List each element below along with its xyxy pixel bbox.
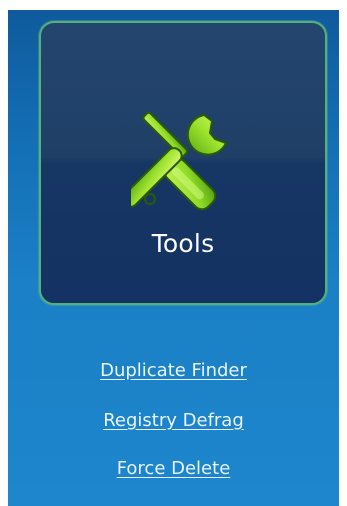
tools-panel: Tools — [8, 10, 339, 506]
tools-button[interactable]: Tools — [39, 21, 327, 305]
force-delete-link[interactable]: Force Delete — [0, 458, 347, 479]
registry-defrag-link[interactable]: Registry Defrag — [0, 410, 347, 431]
tools-label: Tools — [151, 229, 215, 258]
duplicate-finder-link[interactable]: Duplicate Finder — [0, 360, 347, 381]
tools-icon — [131, 111, 228, 211]
